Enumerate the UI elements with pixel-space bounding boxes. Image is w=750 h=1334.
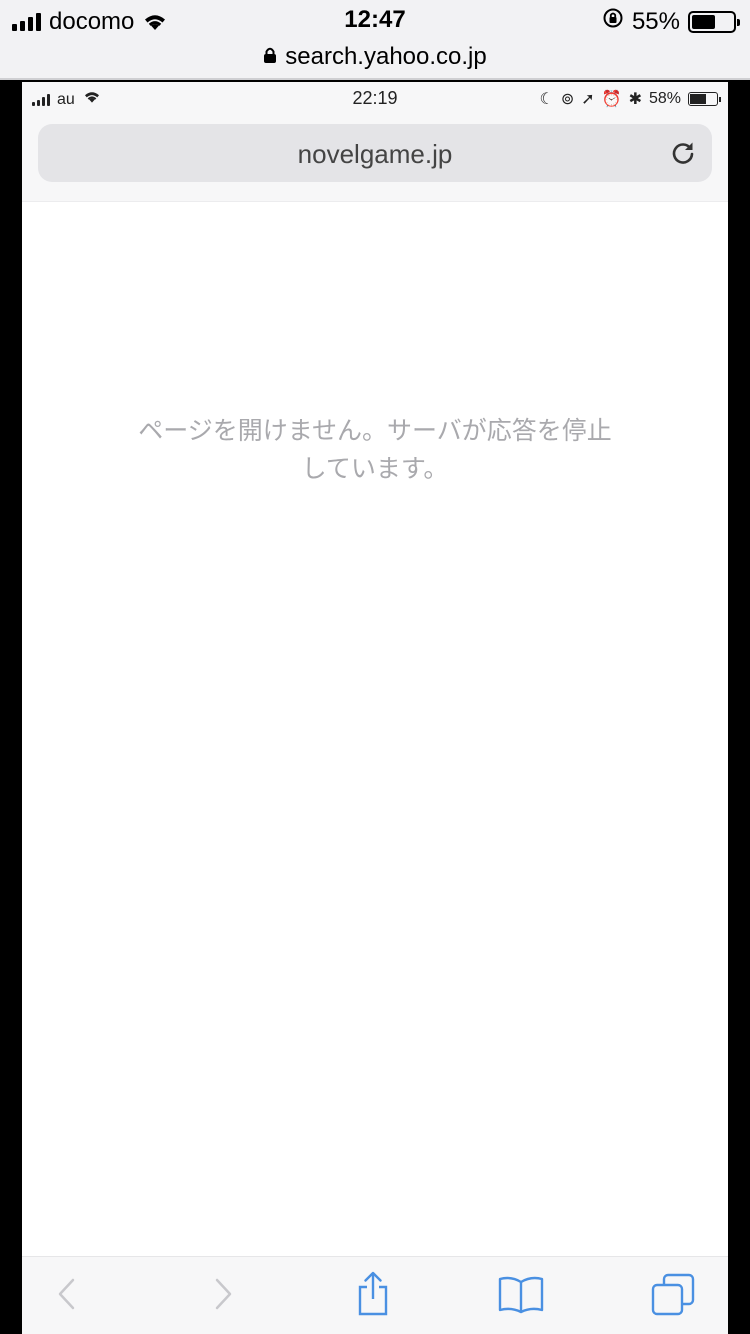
- alarm-icon: ⏰: [601, 91, 622, 108]
- address-bar-url: novelgame.jp: [297, 139, 453, 169]
- chevron-right-icon: [211, 1277, 235, 1316]
- inner-status-bar: au 22:19 ☾ ⊚ ➚ ⏰ ✱ 58%: [22, 82, 728, 116]
- error-message: ページを開けません。サーバが応答を停止 しています。: [112, 412, 638, 488]
- tabs-button[interactable]: [650, 1273, 696, 1319]
- outer-browser-bar: docomo 12:47 55% search.yahoo.co.jp: [0, 0, 750, 80]
- bookmarks-button[interactable]: [498, 1273, 544, 1319]
- lock-icon: [263, 43, 277, 71]
- chevron-left-icon: [55, 1277, 79, 1316]
- inner-status-right: ☾ ⊚ ➚ ⏰ ✱ 58%: [539, 89, 721, 109]
- battery-icon: [688, 10, 740, 33]
- inner-battery-percent: 58%: [648, 90, 681, 107]
- rotation-lock-icon: [602, 7, 624, 36]
- outer-battery-percent: 55%: [631, 7, 680, 35]
- book-icon: [497, 1274, 545, 1319]
- outer-url-host: search.yahoo.co.jp: [285, 43, 487, 70]
- safari-toolbar: [22, 1256, 728, 1334]
- tabs-icon: [650, 1272, 696, 1321]
- outer-url-strip[interactable]: search.yahoo.co.jp: [0, 40, 750, 74]
- inner-battery-icon: [688, 92, 721, 106]
- share-button[interactable]: [350, 1271, 396, 1322]
- share-icon: [355, 1271, 391, 1322]
- error-message-line-2: しています。: [301, 454, 449, 483]
- reload-icon[interactable]: [668, 138, 698, 168]
- outer-status-right: 55%: [602, 7, 740, 36]
- location-icon: ➚: [581, 91, 595, 108]
- outer-status-bar: docomo 12:47 55%: [0, 0, 750, 40]
- back-button[interactable]: [44, 1273, 90, 1319]
- moon-icon: ☾: [539, 91, 554, 108]
- address-bar[interactable]: novelgame.jp: [38, 124, 712, 182]
- screen-lock-icon: ⊚: [560, 91, 575, 108]
- error-message-line-1: ページを開けません。サーバが応答を停止: [138, 416, 612, 445]
- bluetooth-icon: ✱: [628, 91, 642, 108]
- page-content: ページを開けません。サーバが応答を停止 しています。: [22, 202, 728, 1256]
- forward-button[interactable]: [200, 1273, 246, 1319]
- safari-header: novelgame.jp: [22, 116, 728, 202]
- inner-safari-screenshot: au 22:19 ☾ ⊚ ➚ ⏰ ✱ 58% novelgame.jp ページを…: [22, 82, 728, 1334]
